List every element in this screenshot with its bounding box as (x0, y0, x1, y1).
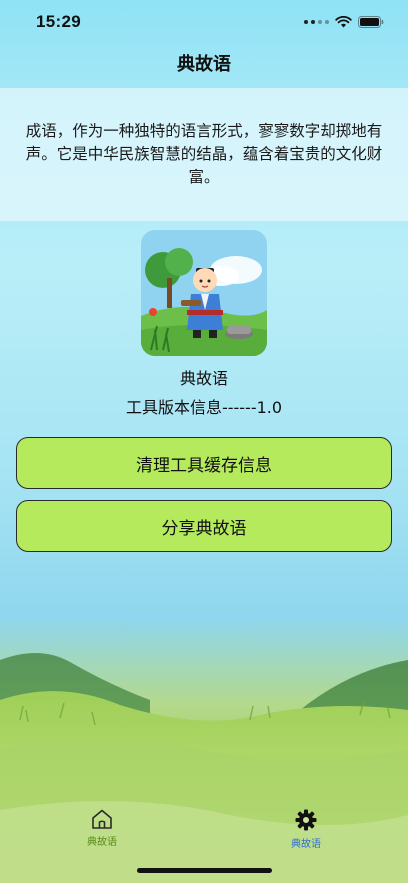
home-icon (92, 809, 112, 829)
page-title: 典故语 (177, 54, 231, 75)
intro-text: 成语，作为一种独特的语言形式，寥寥数字却掷地有声。它是中华民族智慧的结晶，蕴含着… (25, 122, 383, 186)
wifi-icon (335, 16, 352, 28)
app-icon (141, 230, 267, 356)
status-icons (304, 16, 384, 28)
intro-panel: 成语，作为一种独特的语言形式，寥寥数字却掷地有声。它是中华民族智慧的结晶，蕴含着… (0, 88, 408, 221)
status-bar: 15:29 (0, 0, 408, 44)
gear-icon (295, 809, 317, 831)
clear-cache-button[interactable]: 清理工具缓存信息 (16, 437, 392, 489)
status-time: 15:29 (36, 12, 81, 31)
signal-icon (304, 20, 329, 24)
screen: 15:29 典故语 成语，作为一种独特的语言形式，寥寥数字却掷地有声。它是中华民… (0, 0, 408, 883)
tab-settings-label: 典故语 (291, 839, 321, 850)
home-indicator (137, 868, 272, 873)
share-button[interactable]: 分享典故语 (16, 500, 392, 552)
battery-icon (358, 16, 384, 28)
version-info: 工具版本信息------1.0 (125, 398, 283, 417)
tab-home-label: 典故语 (87, 837, 117, 848)
app-name: 典故语 (179, 369, 228, 388)
